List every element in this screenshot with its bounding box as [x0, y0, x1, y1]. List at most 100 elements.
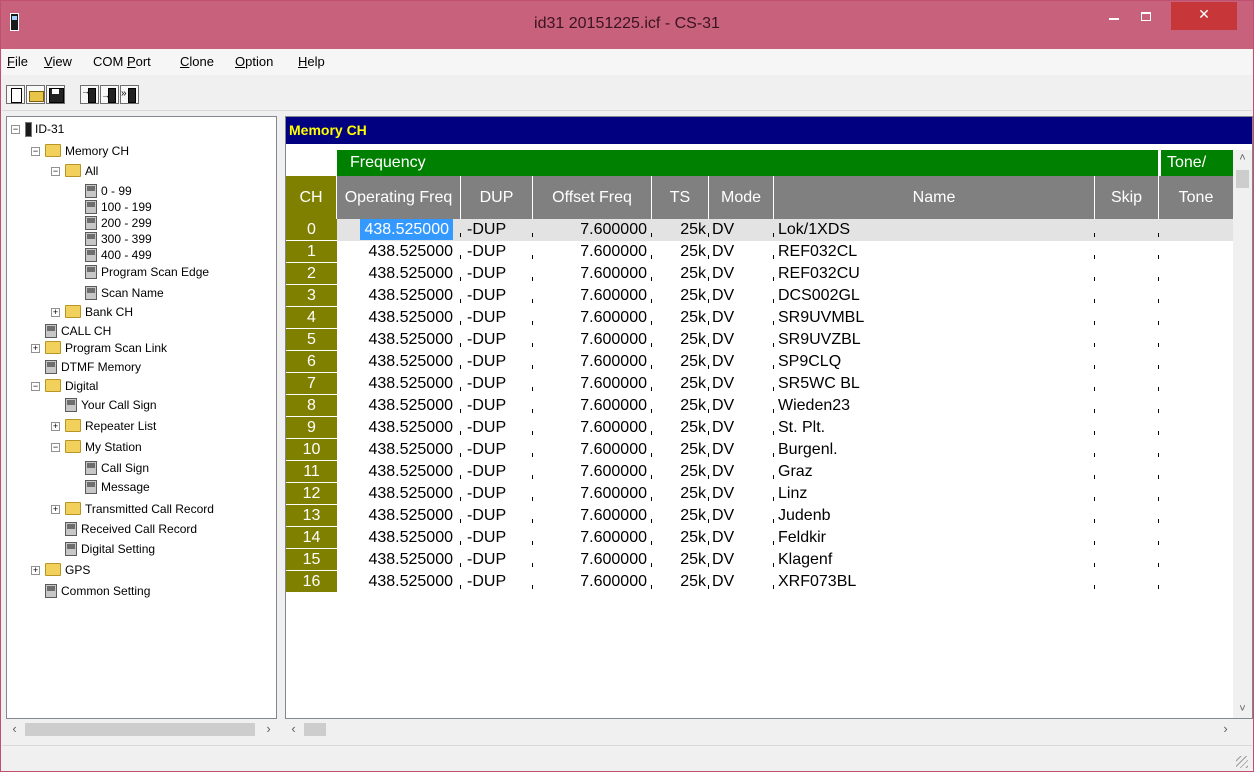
selected-cell-value[interactable]: 438.525000: [360, 219, 453, 240]
grid-vertical-scrollbar[interactable]: ˄ ˅: [1233, 150, 1252, 718]
cell-dup[interactable]: -DUP: [461, 527, 533, 549]
table-row[interactable]: 5 438.525000 -DUP 7.600000 25k DV SR9UVZBL: [286, 329, 1233, 351]
cell-ts[interactable]: 25k: [652, 483, 709, 505]
cell-offset[interactable]: 7.600000: [533, 329, 652, 351]
cell-freq[interactable]: 438.525000: [337, 417, 461, 439]
table-row[interactable]: 6 438.525000 -DUP 7.600000 25k DV SP9CLQ: [286, 351, 1233, 373]
cell-tone[interactable]: [1159, 395, 1233, 417]
cell-offset[interactable]: 7.600000: [533, 549, 652, 571]
table-row[interactable]: 10 438.525000 -DUP 7.600000 25k DV Burgenl.: [286, 439, 1233, 461]
row-channel-number[interactable]: 1: [286, 241, 337, 263]
table-row[interactable]: 12 438.525000 -DUP 7.600000 25k DV Linz: [286, 483, 1233, 505]
resize-grip-icon[interactable]: [1236, 756, 1248, 768]
expand-toggle-icon[interactable]: +: [51, 308, 60, 317]
cell-tone[interactable]: [1159, 505, 1233, 527]
cell-tone[interactable]: [1159, 241, 1233, 263]
cell-freq[interactable]: 438.525000: [337, 285, 461, 307]
collapse-toggle-icon[interactable]: −: [31, 147, 40, 156]
cell-name[interactable]: SR9UVZBL: [774, 329, 1095, 351]
cell-mode[interactable]: DV: [709, 395, 774, 417]
table-row[interactable]: 0 438.525000 -DUP 7.600000 25k DV Lok/1XDS: [286, 219, 1233, 241]
collapse-toggle-icon[interactable]: −: [51, 443, 60, 452]
menu-view[interactable]: View: [44, 54, 72, 69]
cell-tone[interactable]: [1159, 307, 1233, 329]
cell-ts[interactable]: 25k: [652, 527, 709, 549]
cell-skip[interactable]: [1095, 263, 1159, 285]
row-channel-number[interactable]: 15: [286, 549, 337, 571]
cell-skip[interactable]: [1095, 483, 1159, 505]
tree-scroll-thumb[interactable]: [25, 723, 255, 736]
col-header-ts[interactable]: TS: [652, 176, 709, 219]
grid-horizontal-scrollbar[interactable]: ‹ ›: [285, 721, 1253, 738]
col-header-mode[interactable]: Mode: [709, 176, 774, 219]
cell-skip[interactable]: [1095, 307, 1159, 329]
table-row[interactable]: 13 438.525000 -DUP 7.600000 25k DV Judenb: [286, 505, 1233, 527]
save-disk-icon[interactable]: [46, 85, 65, 104]
cell-mode[interactable]: DV: [709, 285, 774, 307]
expand-toggle-icon[interactable]: +: [31, 344, 40, 353]
cell-skip[interactable]: [1095, 351, 1159, 373]
row-channel-number[interactable]: 8: [286, 395, 337, 417]
collapse-toggle-icon[interactable]: −: [31, 382, 40, 391]
table-row[interactable]: 8 438.525000 -DUP 7.600000 25k DV Wieden23: [286, 395, 1233, 417]
cell-tone[interactable]: [1159, 527, 1233, 549]
scroll-right-icon[interactable]: ›: [260, 721, 277, 738]
row-channel-number[interactable]: 16: [286, 571, 337, 593]
cell-freq[interactable]: 438.525000: [337, 571, 461, 593]
cell-skip[interactable]: [1095, 241, 1159, 263]
cell-offset[interactable]: 7.600000: [533, 351, 652, 373]
cell-mode[interactable]: DV: [709, 263, 774, 285]
scroll-up-icon[interactable]: ˄: [1233, 150, 1252, 167]
tree-node[interactable]: − Digital: [7, 378, 276, 394]
tree-node[interactable]: Call Sign: [7, 460, 276, 476]
tree-node[interactable]: + Repeater List: [7, 418, 276, 434]
row-channel-number[interactable]: 14: [286, 527, 337, 549]
cell-mode[interactable]: DV: [709, 417, 774, 439]
cell-ts[interactable]: 25k: [652, 373, 709, 395]
cell-ts[interactable]: 25k: [652, 549, 709, 571]
grid-scroll-left-icon[interactable]: ‹: [285, 721, 302, 738]
cell-offset[interactable]: 7.600000: [533, 483, 652, 505]
tree-node[interactable]: 400 - 499: [7, 247, 276, 263]
read-from-radio-icon[interactable]: [80, 85, 99, 104]
cell-offset[interactable]: 7.600000: [533, 461, 652, 483]
cell-tone[interactable]: [1159, 549, 1233, 571]
collapse-toggle-icon[interactable]: −: [51, 167, 60, 176]
cell-freq[interactable]: 438.525000: [337, 549, 461, 571]
row-channel-number[interactable]: 5: [286, 329, 337, 351]
cell-tone[interactable]: [1159, 329, 1233, 351]
cell-skip[interactable]: [1095, 395, 1159, 417]
tree-node[interactable]: − Memory CH: [7, 143, 276, 159]
cell-tone[interactable]: [1159, 483, 1233, 505]
tree-node[interactable]: Program Scan Edge: [7, 264, 276, 280]
cell-dup[interactable]: -DUP: [461, 461, 533, 483]
cell-dup[interactable]: -DUP: [461, 483, 533, 505]
cell-name[interactable]: REF032CL: [774, 241, 1095, 263]
cell-freq[interactable]: 438.525000: [337, 351, 461, 373]
cell-skip[interactable]: [1095, 329, 1159, 351]
cell-offset[interactable]: 7.600000: [533, 241, 652, 263]
cell-skip[interactable]: [1095, 417, 1159, 439]
cell-ts[interactable]: 25k: [652, 571, 709, 593]
cell-tone[interactable]: [1159, 285, 1233, 307]
tree-node[interactable]: − All: [7, 163, 276, 179]
expand-toggle-icon[interactable]: +: [31, 566, 40, 575]
cell-name[interactable]: Feldkir: [774, 527, 1095, 549]
cell-name[interactable]: SR5WC BL: [774, 373, 1095, 395]
cell-dup[interactable]: -DUP: [461, 263, 533, 285]
cell-name[interactable]: SR9UVMBL: [774, 307, 1095, 329]
cell-offset[interactable]: 7.600000: [533, 505, 652, 527]
cell-dup[interactable]: -DUP: [461, 307, 533, 329]
table-row[interactable]: 3 438.525000 -DUP 7.600000 25k DV DCS002GL: [286, 285, 1233, 307]
table-row[interactable]: 2 438.525000 -DUP 7.600000 25k DV REF032CU: [286, 263, 1233, 285]
cell-offset[interactable]: 7.600000: [533, 527, 652, 549]
row-channel-number[interactable]: 3: [286, 285, 337, 307]
cell-mode[interactable]: DV: [709, 483, 774, 505]
menu-help[interactable]: Help: [298, 54, 325, 69]
cell-freq[interactable]: 438.525000: [337, 263, 461, 285]
cell-dup[interactable]: -DUP: [461, 351, 533, 373]
cell-offset[interactable]: 7.600000: [533, 219, 652, 241]
cell-dup[interactable]: -DUP: [461, 329, 533, 351]
cell-ts[interactable]: 25k: [652, 285, 709, 307]
cell-name[interactable]: Linz: [774, 483, 1095, 505]
